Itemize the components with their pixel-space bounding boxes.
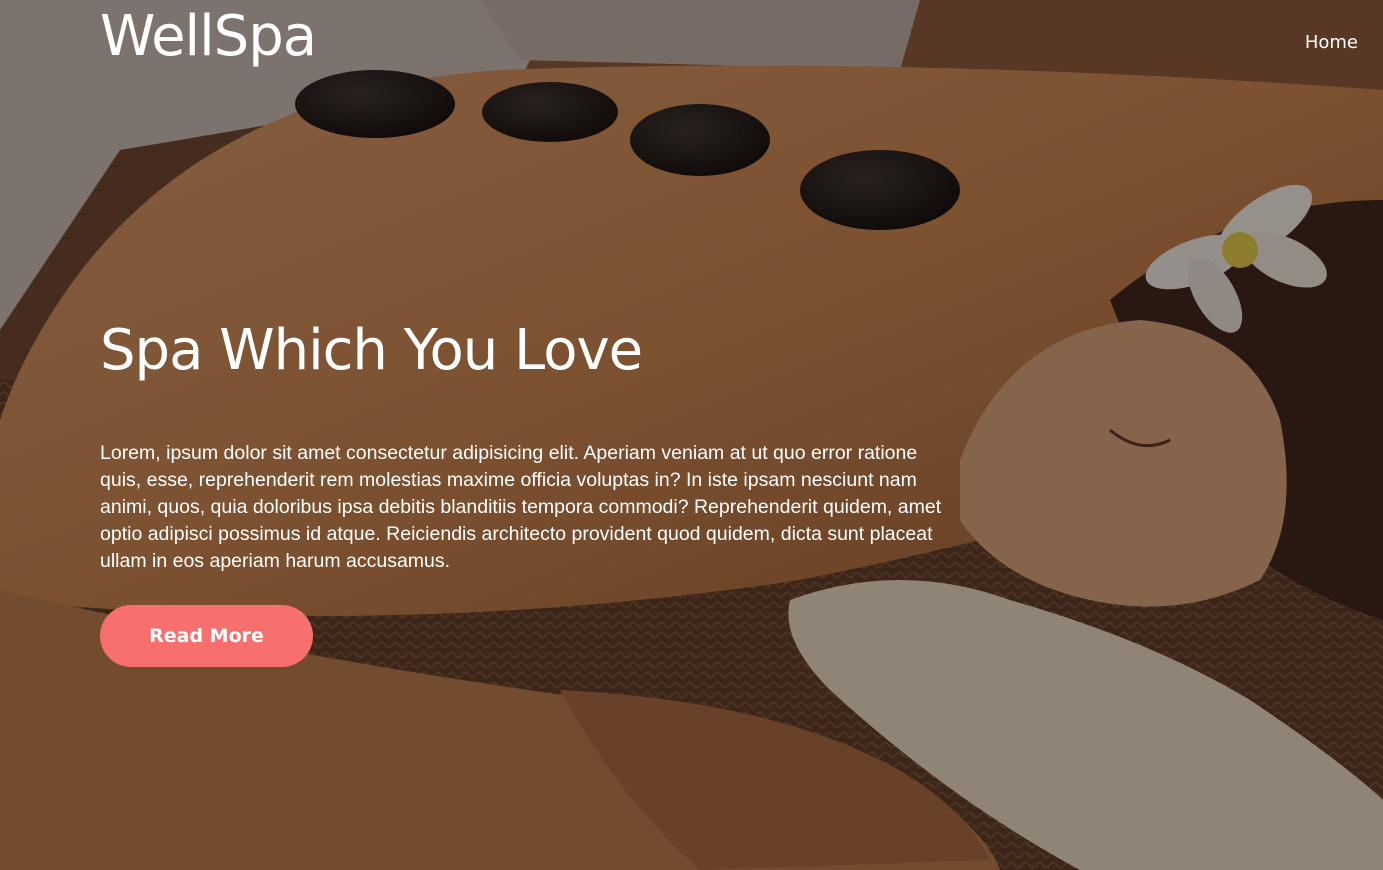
nav-link-home[interactable]: Home bbox=[1305, 32, 1358, 53]
site-logo[interactable]: WellSpa bbox=[100, 6, 317, 68]
hero-description: Lorem, ipsum dolor sit amet consectetur … bbox=[100, 442, 942, 572]
hero-section: WellSpa Home Spa Which You Love Lorem, i… bbox=[0, 0, 1383, 870]
read-more-button[interactable]: Read More bbox=[100, 605, 313, 667]
dark-overlay bbox=[0, 0, 1383, 870]
hero-headline: Spa Which You Love bbox=[100, 318, 643, 383]
